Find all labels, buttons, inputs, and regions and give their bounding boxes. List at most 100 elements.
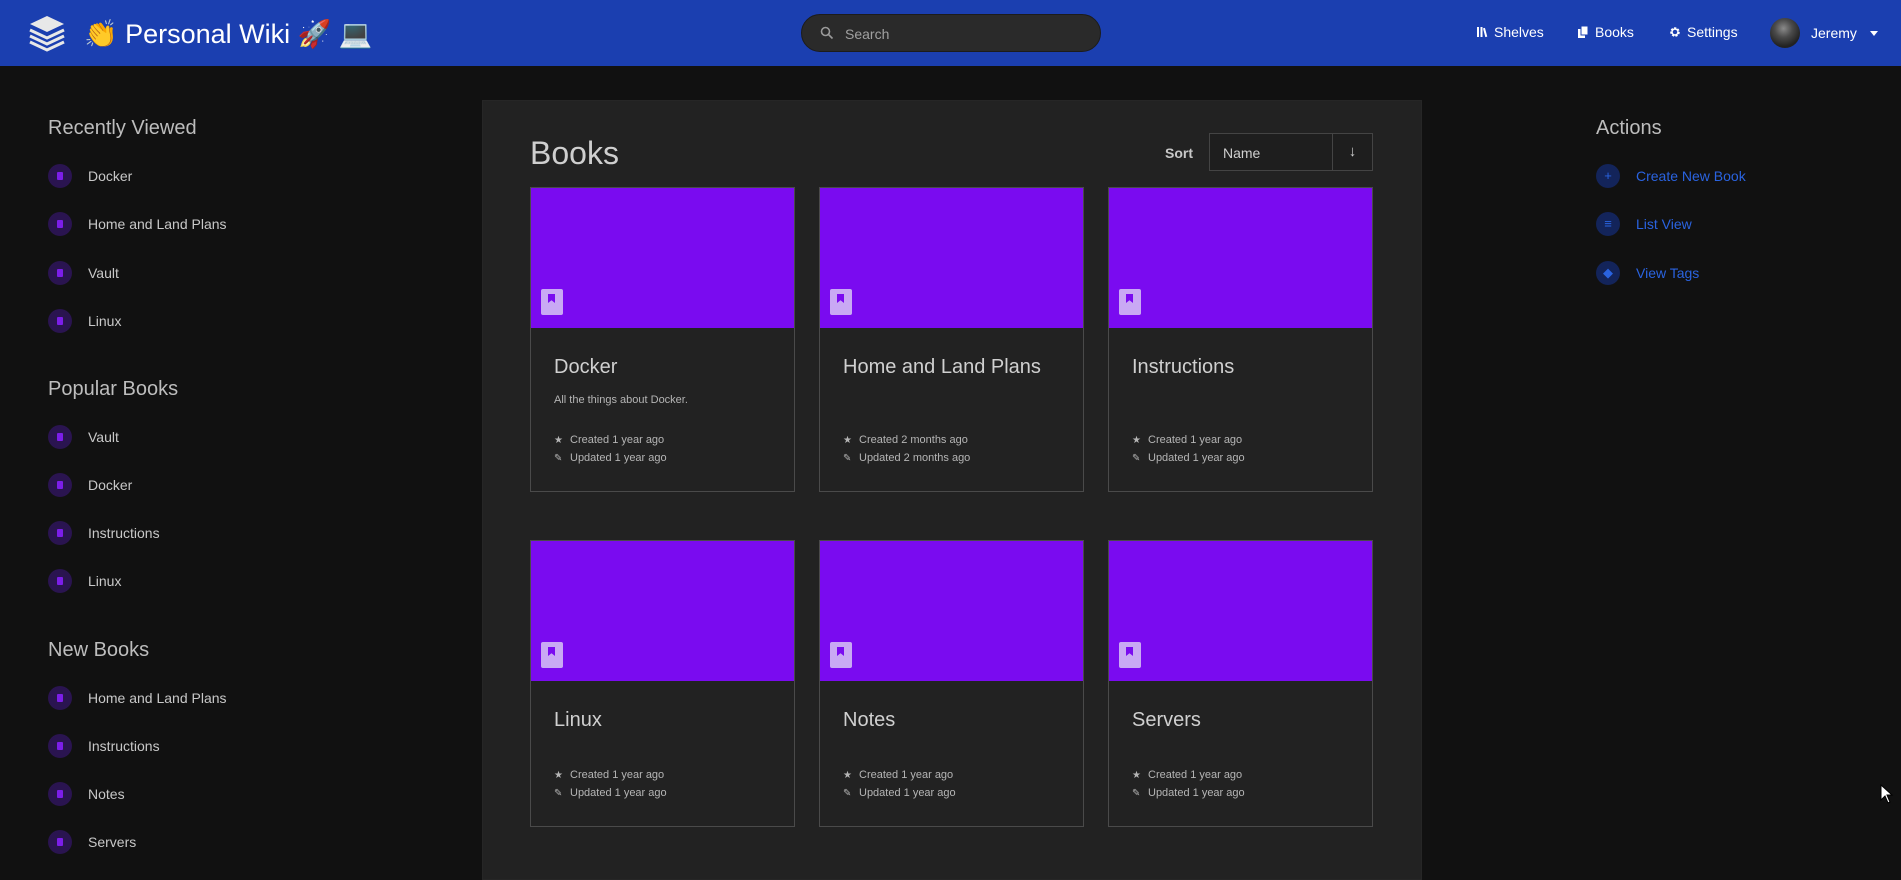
user-menu[interactable]: Jeremy <box>1770 18 1880 50</box>
page-title: Books <box>530 135 619 171</box>
book-cover <box>820 188 1083 328</box>
bookmark-icon <box>1119 642 1141 668</box>
new-books-title: New Books <box>48 639 150 661</box>
actions-title: Actions <box>1596 117 1662 139</box>
created-text: Created 1 year ago <box>859 769 954 781</box>
book-icon <box>48 425 72 449</box>
book-created: ★ Created 1 year ago <box>843 769 953 781</box>
bookmark-icon <box>541 289 563 315</box>
star-icon: ★ <box>843 435 852 446</box>
pencil-icon: ✎ <box>554 453 563 464</box>
sidebar-item-label: Vault <box>88 265 119 281</box>
sort-select-value: Name <box>1223 145 1261 161</box>
shelves-icon <box>1477 27 1488 38</box>
sidebar-item-label: Servers <box>88 834 137 850</box>
book-created: ★ Created 1 year ago <box>1132 434 1242 446</box>
book-icon <box>48 830 72 854</box>
book-cover <box>820 541 1083 681</box>
mouse-cursor-icon <box>1880 784 1894 804</box>
book-icon <box>48 473 72 497</box>
book-icon <box>48 309 72 333</box>
sidebar-item-label: Instructions <box>88 525 160 541</box>
book-name: Instructions <box>1132 356 1235 378</box>
pencil-icon: ✎ <box>843 453 852 464</box>
sidebar-item-label: Instructions <box>88 738 160 754</box>
book-cover <box>531 188 794 328</box>
search-icon <box>820 26 834 40</box>
sort-direction-button[interactable]: ↓ <box>1333 133 1373 171</box>
bookmark-icon <box>830 289 852 315</box>
book-icon <box>48 164 72 188</box>
created-text: Created 1 year ago <box>1148 434 1243 446</box>
book-updated: ✎ Updated 1 year ago <box>843 787 956 799</box>
pencil-icon: ✎ <box>554 788 563 799</box>
book-icon <box>48 521 72 545</box>
book-icon <box>48 212 72 236</box>
tag-icon: ◆ <box>1596 261 1620 285</box>
book-created: ★ Created 1 year ago <box>554 434 664 446</box>
app-title[interactable]: 👏 Personal Wiki 🚀 💻 <box>84 18 372 50</box>
book-created: ★ Created 1 year ago <box>554 769 664 781</box>
book-updated: ✎ Updated 1 year ago <box>554 452 667 464</box>
sidebar-item-label: Docker <box>88 168 133 184</box>
nav-settings-label: Settings <box>1687 24 1738 40</box>
sort-label: Sort <box>1165 145 1193 161</box>
sidebar-item-label: Vault <box>88 429 119 445</box>
book-name: Home and Land Plans <box>843 356 1041 378</box>
avatar <box>1770 18 1800 48</box>
search-input[interactable] <box>843 23 1087 45</box>
nav-books-link[interactable]: Books <box>1577 24 1634 40</box>
book-name: Docker <box>554 356 618 378</box>
sidebar-item-label: Notes <box>88 786 125 802</box>
book-created: ★ Created 1 year ago <box>1132 769 1242 781</box>
book-card-linux[interactable]: Linux ★ Created 1 year ago ✎ Updated 1 yea… <box>530 540 795 827</box>
top-header: 👏 Personal Wiki 🚀 💻 Shelves Books Settin… <box>0 0 1901 66</box>
book-cover <box>1109 188 1372 328</box>
pencil-icon: ✎ <box>1132 788 1141 799</box>
book-card-instructions[interactable]: Instructions ★ Created 1 year ago ✎ Update… <box>1108 187 1373 492</box>
book-name: Notes <box>843 709 896 731</box>
created-text: Created 1 year ago <box>570 434 665 446</box>
action-label: List View <box>1636 216 1692 232</box>
sort-select[interactable]: Name <box>1209 133 1333 171</box>
created-text: Created 2 months ago <box>859 434 968 446</box>
created-text: Created 1 year ago <box>570 769 665 781</box>
action-label: View Tags <box>1636 265 1700 281</box>
book-icon <box>48 261 72 285</box>
bookmark-icon <box>541 642 563 668</box>
book-updated: ✎ Updated 1 year ago <box>1132 787 1245 799</box>
nav-settings-link[interactable]: Settings <box>1669 24 1738 40</box>
pencil-icon: ✎ <box>1132 453 1141 464</box>
star-icon: ★ <box>843 770 852 781</box>
star-icon: ★ <box>1132 770 1141 781</box>
bookmark-icon <box>830 642 852 668</box>
updated-text: Updated 2 months ago <box>859 452 971 464</box>
updated-text: Updated 1 year ago <box>1148 787 1245 799</box>
nav-shelves-link[interactable]: Shelves <box>1476 24 1544 40</box>
book-cover <box>1109 541 1372 681</box>
sidebar-item-label: Linux <box>88 313 122 329</box>
chevron-down-icon <box>1870 31 1878 36</box>
book-icon <box>48 782 72 806</box>
book-name: Linux <box>554 709 602 731</box>
nav-shelves-label: Shelves <box>1494 24 1544 40</box>
plus-icon: + <box>1596 164 1620 188</box>
list-icon: ≡ <box>1596 212 1620 236</box>
book-icon <box>48 569 72 593</box>
book-card-servers[interactable]: Servers ★ Created 1 year ago ✎ Updated 1 y… <box>1108 540 1373 827</box>
book-created: ★ Created 2 months ago <box>843 434 968 446</box>
pencil-icon: ✎ <box>843 788 852 799</box>
book-card-home-and-land-plans[interactable]: Home and Land Plans ★ Created 2 months ag… <box>819 187 1084 492</box>
search-box[interactable] <box>801 14 1101 52</box>
sidebar-item-label: Home and Land Plans <box>88 216 227 232</box>
sidebar-item-label: Home and Land Plans <box>88 690 227 706</box>
nav-books-label: Books <box>1595 24 1634 40</box>
book-cover <box>531 541 794 681</box>
book-updated: ✎ Updated 2 months ago <box>843 452 970 464</box>
popular-books-title: Popular Books <box>48 378 179 400</box>
logo-icon[interactable] <box>26 14 68 54</box>
book-card-docker[interactable]: Docker All the things about Docker. ★ Cre… <box>530 187 795 492</box>
book-updated: ✎ Updated 1 year ago <box>1132 452 1245 464</box>
gear-icon <box>1670 27 1680 37</box>
book-card-notes[interactable]: Notes ★ Created 1 year ago ✎ Updated 1 yea… <box>819 540 1084 827</box>
